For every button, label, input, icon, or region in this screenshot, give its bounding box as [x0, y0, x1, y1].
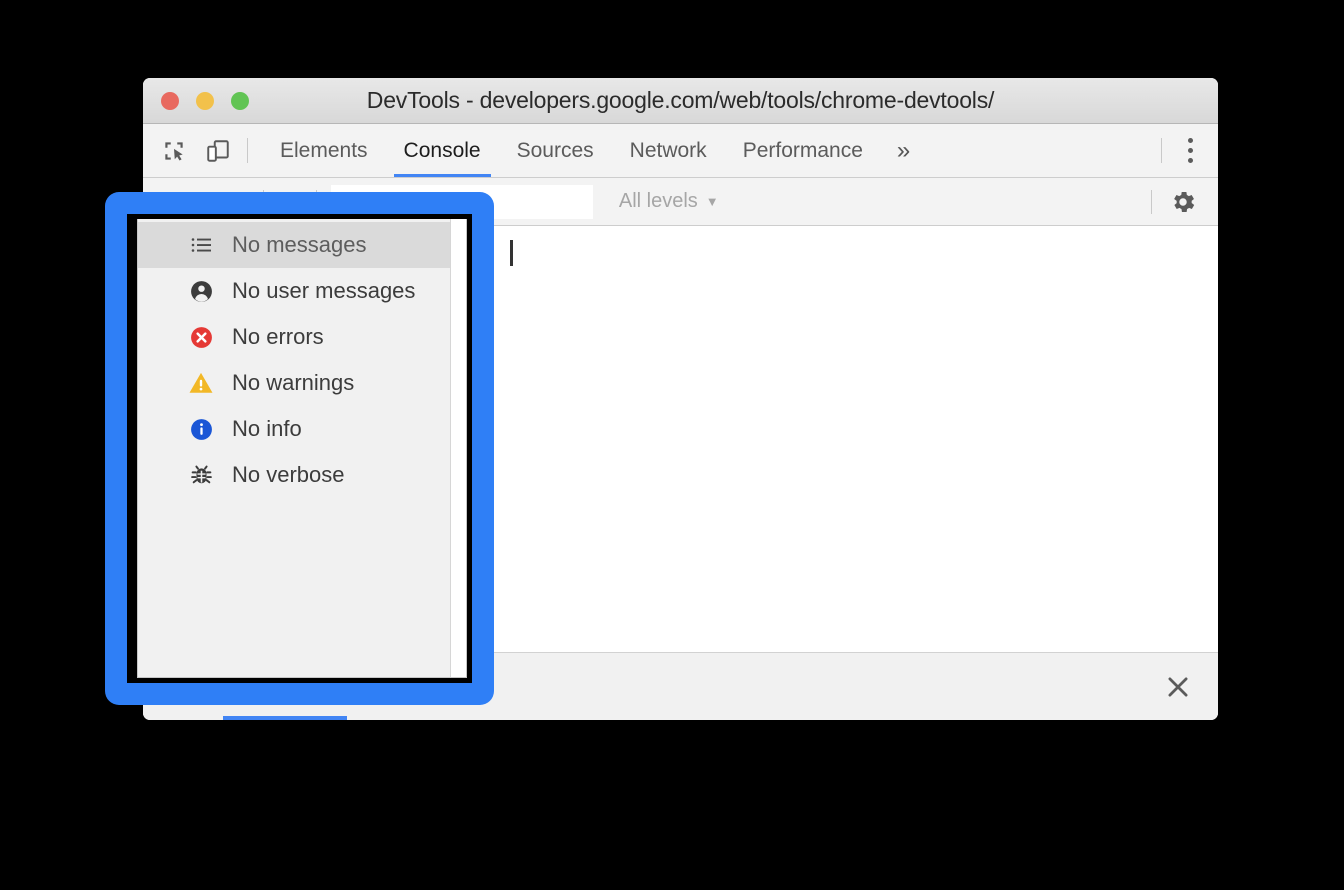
- chevron-down-icon: ▼: [705, 194, 719, 209]
- tab-elements[interactable]: Elements: [262, 124, 386, 177]
- level-item-no-verbose[interactable]: No verbose: [138, 452, 450, 498]
- person-icon: [188, 278, 214, 304]
- tab-label: Sources: [516, 138, 594, 162]
- device-toolbar-icon[interactable]: [203, 136, 233, 166]
- bug-icon: [188, 462, 214, 488]
- window-titlebar: DevTools - developers.google.com/web/too…: [143, 78, 1218, 124]
- console-levels-panel[interactable]: No messages No user messages No errors N…: [137, 210, 467, 678]
- level-item-no-warnings[interactable]: No warnings: [138, 360, 450, 406]
- kebab-dot: [1187, 148, 1193, 153]
- tabbar-icon-group: [143, 124, 247, 177]
- close-icon[interactable]: [1160, 669, 1196, 705]
- tab-label: Elements: [280, 138, 368, 162]
- tab-sources[interactable]: Sources: [499, 124, 612, 177]
- warning-icon: [188, 370, 214, 396]
- list-icon: [188, 232, 214, 258]
- log-levels-dropdown[interactable]: All levels ▼: [619, 190, 719, 213]
- kebab-dot: [1187, 138, 1193, 143]
- traffic-lights: [161, 91, 249, 110]
- console-levels-list: No messages No user messages No errors N…: [138, 210, 450, 677]
- level-item-label: No user messages: [232, 278, 416, 303]
- tab-label: Performance: [742, 138, 863, 162]
- drawer-tab-indicator: [223, 716, 347, 720]
- levels-panel-scrollbar[interactable]: [450, 210, 466, 677]
- kebab-dot: [1187, 158, 1193, 163]
- tab-label: Network: [629, 138, 707, 162]
- level-item-no-user-messages[interactable]: No user messages: [138, 268, 450, 314]
- inspect-element-icon[interactable]: [159, 136, 189, 166]
- level-item-label: No messages: [232, 232, 367, 257]
- minimize-window-button[interactable]: [196, 91, 214, 110]
- more-options-icon[interactable]: [1162, 124, 1218, 177]
- level-item-label: No verbose: [232, 462, 345, 487]
- level-item-label: No errors: [232, 324, 324, 349]
- gear-icon[interactable]: [1166, 185, 1200, 219]
- close-window-button[interactable]: [161, 91, 179, 110]
- level-item-no-errors[interactable]: No errors: [138, 314, 450, 360]
- window-title: DevTools - developers.google.com/web/too…: [366, 87, 995, 113]
- console-toolbar-divider-3: [1151, 189, 1152, 214]
- level-item-label: No warnings: [232, 370, 355, 395]
- zoom-window-button[interactable]: [231, 91, 249, 110]
- error-icon: [188, 324, 214, 350]
- tab-network[interactable]: Network: [612, 124, 725, 177]
- tab-label: Console: [403, 138, 481, 162]
- log-levels-label: All levels: [618, 190, 698, 212]
- console-prompt-caret: [510, 240, 513, 266]
- tabbar-right-group: [1161, 124, 1218, 177]
- tab-console[interactable]: Console: [386, 124, 499, 177]
- devtools-tabbar: Elements Console Sources Network Perform…: [143, 124, 1218, 178]
- level-item-no-messages[interactable]: No messages: [138, 222, 450, 268]
- tab-performance[interactable]: Performance: [725, 124, 881, 177]
- console-toolbar-right: [1151, 185, 1218, 219]
- level-item-no-info[interactable]: No info: [138, 406, 450, 452]
- level-item-label: No info: [232, 416, 302, 441]
- tabbar-tabs: Elements Console Sources Network Perform…: [248, 124, 926, 177]
- more-tabs-button[interactable]: »: [881, 124, 926, 177]
- execution-context-caret-icon[interactable]: ▼: [221, 194, 255, 210]
- info-icon: [188, 416, 214, 442]
